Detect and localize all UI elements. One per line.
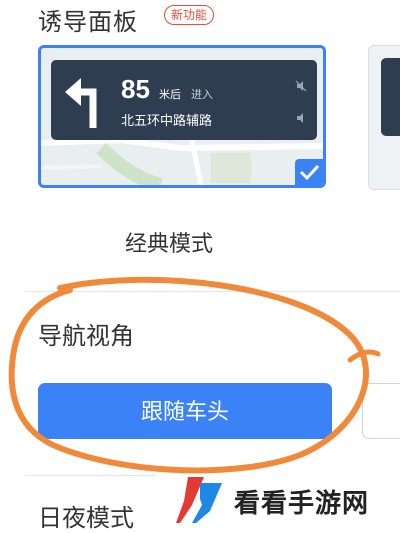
north-up-option-button[interactable] [362, 383, 400, 439]
new-feature-badge: 新功能 [164, 5, 215, 25]
day-night-mode-title: 日夜模式 [38, 504, 134, 532]
distance-value: 85 [121, 74, 150, 104]
navigation-view-title: 导航视角 [38, 322, 134, 350]
watermark-logo [176, 477, 222, 523]
classic-mode-card[interactable]: 85 米后 进入 北五环中路辅路 [38, 45, 326, 188]
classic-mode-label: 经典模式 [125, 232, 214, 257]
mute-icon [295, 80, 307, 92]
volume-icon [297, 113, 303, 123]
enter-label: 进入 [191, 88, 213, 101]
section-divider [25, 291, 400, 292]
road-name: 北五环中路辅路 [121, 114, 213, 129]
turn-left-arrow-icon [65, 78, 97, 128]
guidance-panel-title: 诱导面板 [38, 8, 138, 36]
distance-unit: 米后 [159, 88, 181, 101]
selected-check-icon [295, 159, 323, 185]
follow-heading-button[interactable]: 跟随车头 [38, 383, 332, 439]
navigation-guidance-panel: 85 米后 进入 北五环中路辅路 [51, 60, 317, 140]
alternate-mode-card[interactable] [368, 45, 400, 190]
alternate-card-panel-preview [381, 58, 400, 136]
watermark-text: 看看手游网 [234, 489, 370, 519]
section-divider [25, 475, 155, 476]
